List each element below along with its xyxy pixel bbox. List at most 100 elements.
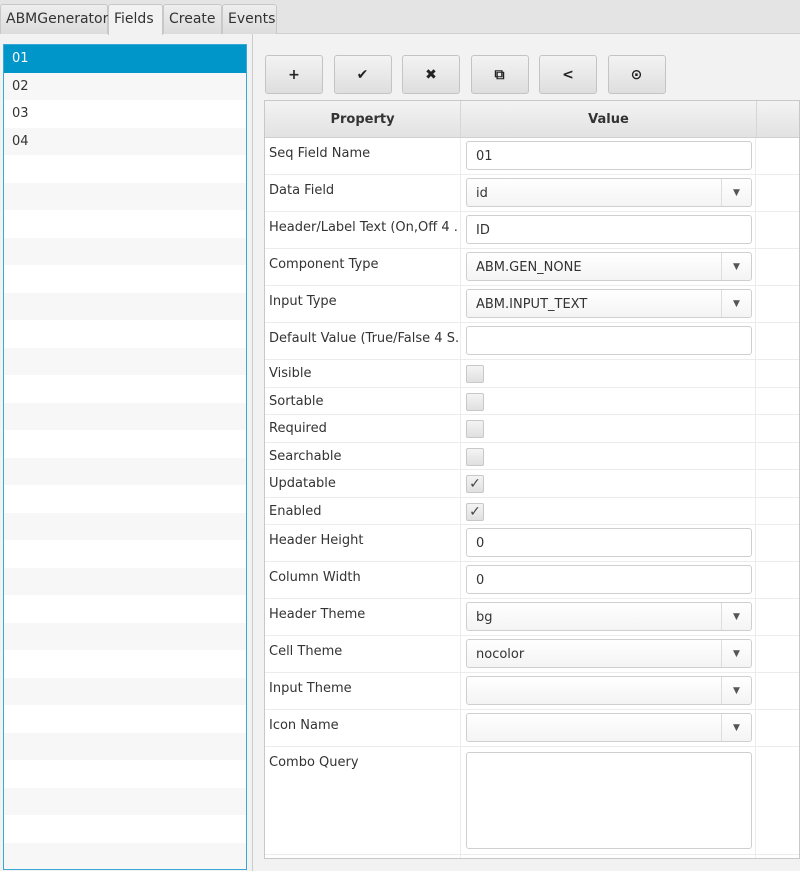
property-label: Header Height (269, 533, 364, 548)
chevron-down-icon[interactable]: ▼ (721, 603, 751, 630)
list-item[interactable]: 03 (4, 100, 246, 128)
value-cell: ▼ (460, 710, 756, 746)
cell-theme-combo[interactable]: nocolor ▼ (466, 639, 752, 668)
empty-list-row (4, 815, 246, 843)
chevron-down-icon[interactable]: ▼ (721, 640, 751, 667)
table-row: Data Field id ▼ (265, 175, 799, 212)
seq-field-name-input[interactable]: 01 (466, 141, 752, 170)
input-theme-combo[interactable]: ▼ (466, 676, 752, 705)
property-label: Cell Theme (269, 644, 343, 659)
value-cell: bg ▼ (460, 599, 756, 635)
table-row: Component Type ABM.GEN_NONE ▼ (265, 249, 799, 286)
table-row: Header Theme bg ▼ (265, 599, 799, 636)
data-field-combo[interactable]: id ▼ (466, 178, 752, 207)
value-cell: nocolor ▼ (460, 636, 756, 672)
property-table: Property Value Seq Field Name 01 Data Fiel… (264, 100, 800, 859)
combo-query-textarea[interactable] (466, 752, 752, 849)
empty-list-row (4, 292, 246, 320)
empty-list-row (4, 265, 246, 293)
header-theme-combo[interactable]: bg ▼ (466, 602, 752, 631)
required-checkbox[interactable] (466, 420, 484, 438)
header-height-input[interactable]: 0 (466, 528, 752, 557)
value-cell: 01 (460, 138, 756, 174)
empty-list-row (4, 567, 246, 595)
property-label: Updatable (269, 476, 336, 491)
empty-list-row (4, 595, 246, 623)
value-cell (460, 415, 756, 442)
chevron-down-icon[interactable]: ▼ (721, 714, 751, 741)
value-cell: ID (460, 212, 756, 248)
component-type-combo[interactable]: ABM.GEN_NONE ▼ (466, 252, 752, 281)
header-label-text-on-off-4-input[interactable]: ID (466, 215, 752, 244)
empty-list-row (4, 705, 246, 733)
property-label: Header Theme (269, 607, 366, 622)
empty-list-row (4, 650, 246, 678)
column-width-input[interactable]: 0 (466, 565, 752, 594)
fields-list[interactable]: 01 02 03 04 (3, 44, 247, 870)
searchable-checkbox[interactable] (466, 447, 484, 466)
close-icon: ✖ (425, 66, 437, 83)
property-label: Component Type (269, 257, 379, 272)
table-row: Column Width 0 (265, 562, 799, 599)
empty-list-row (4, 182, 246, 210)
check-button[interactable]: ✔ (333, 55, 392, 94)
table-row: Icon Name ▼ (265, 710, 799, 747)
combo-value: ABM.GEN_NONE (476, 260, 582, 275)
plus-button[interactable]: + (265, 55, 323, 94)
enabled-checkbox[interactable]: ✓ (466, 502, 484, 521)
header-property[interactable]: Property (265, 101, 461, 138)
updatable-checkbox[interactable]: ✓ (466, 475, 484, 493)
partial-input[interactable] (466, 858, 752, 859)
combo-value: nocolor (476, 647, 525, 662)
empty-list-row (4, 430, 246, 458)
default-value-true-false-4-s-input[interactable] (466, 326, 752, 355)
icon-name-combo[interactable]: ▼ (466, 713, 752, 742)
header-value[interactable]: Value (461, 101, 757, 138)
split-divider[interactable] (252, 34, 253, 871)
copy-icon: ⧉ (494, 66, 505, 83)
list-item[interactable]: 02 (4, 72, 246, 100)
table-row: Visible (265, 360, 799, 388)
chevron-down-icon[interactable]: ▼ (721, 179, 751, 206)
empty-list-row (4, 457, 246, 485)
combo-value: ABM.INPUT_TEXT (476, 297, 588, 312)
check-icon: ✔ (356, 66, 369, 83)
input-type-combo[interactable]: ABM.INPUT_TEXT ▼ (466, 289, 752, 318)
table-row: Seq Field Name 01 (265, 138, 799, 175)
tab-events[interactable]: Events (222, 4, 277, 34)
table-row: Sortable (265, 387, 799, 415)
chevron-down-icon[interactable]: ▼ (721, 677, 751, 704)
list-item[interactable]: 01 (4, 45, 246, 73)
empty-list-row (4, 320, 246, 348)
copy-button[interactable]: ⧉ (470, 55, 529, 94)
empty-list-row (4, 485, 246, 513)
property-label: Icon Name (269, 718, 339, 733)
table-row: Input Type ABM.INPUT_TEXT ▼ (265, 286, 799, 323)
property-label: Default Value (True/False 4 S... (269, 331, 459, 346)
table-row: Header Height 0 (265, 525, 799, 562)
empty-list-row (4, 677, 246, 705)
list-item[interactable]: 04 (4, 127, 246, 155)
property-label: Input Theme (269, 681, 352, 696)
value-cell: ABM.GEN_NONE ▼ (460, 249, 756, 285)
close-button[interactable]: ✖ (402, 55, 460, 94)
upload-circle-button[interactable]: ⊙ (607, 55, 666, 94)
value-cell: 0 (460, 562, 756, 598)
property-label: Required (269, 421, 327, 436)
empty-list-row (4, 760, 246, 788)
table-row: Input Theme ▼ (265, 673, 799, 710)
tab-fields[interactable]: Fields (108, 4, 163, 35)
combo-value: bg (476, 610, 493, 625)
chevron-down-icon[interactable]: ▼ (721, 253, 751, 280)
chevron-down-icon[interactable]: ▼ (721, 290, 751, 317)
visible-checkbox[interactable] (466, 365, 484, 383)
sortable-checkbox[interactable] (466, 392, 484, 411)
table-row: Header/Label Text (On,Off 4 ... ID (265, 212, 799, 249)
share-button[interactable]: < (539, 55, 597, 94)
share-icon: < (562, 66, 574, 83)
property-label: Searchable (269, 448, 342, 464)
combo-value: id (476, 186, 488, 201)
tab-abmgenerator[interactable]: ABMGenerator (0, 4, 108, 34)
property-label: Header/Label Text (On,Off 4 ... (269, 220, 459, 235)
tab-create[interactable]: Create (163, 4, 222, 34)
